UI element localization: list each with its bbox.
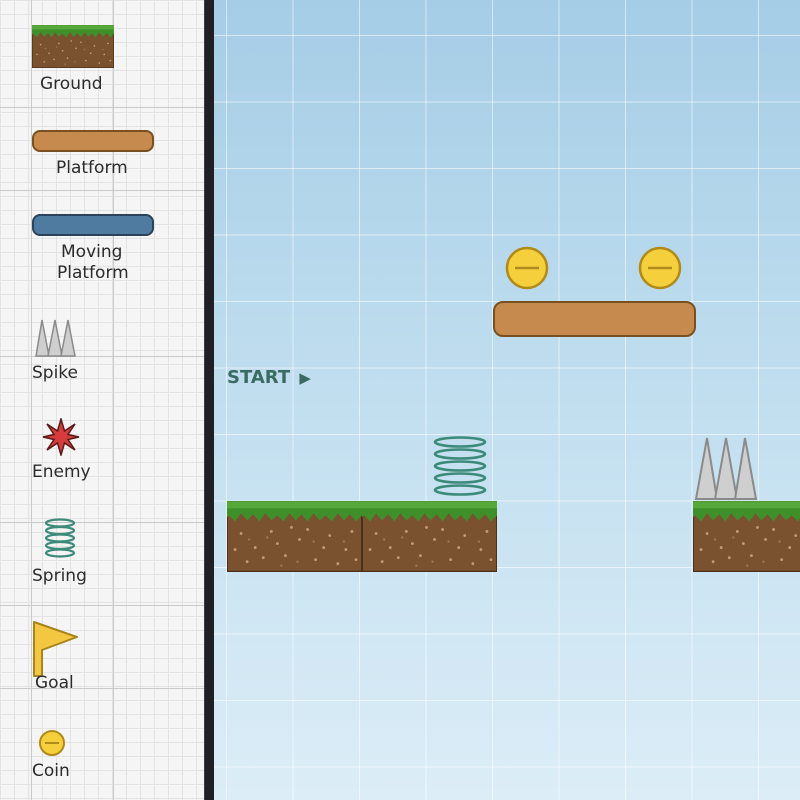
palette-item-ground[interactable]: Ground [0, 0, 204, 107]
coin[interactable] [504, 245, 550, 291]
palette-item-label-line1: Moving [61, 242, 123, 262]
palette-item-platform[interactable]: Platform [0, 107, 204, 190]
ground-tile[interactable] [693, 501, 800, 572]
palette-item-goal[interactable]: Goal [0, 610, 204, 700]
start-marker[interactable]: START ▶ [227, 367, 311, 388]
palette-item-enemy[interactable]: Enemy [0, 405, 204, 495]
panel-divider[interactable] [204, 0, 214, 800]
ground-tile[interactable] [227, 501, 362, 572]
palette-item-label: Coin [32, 761, 70, 781]
palette-item-label: Ground [40, 74, 103, 94]
palette-item-label-line2: Platform [57, 263, 129, 283]
goal-flag-icon [33, 621, 78, 677]
spring[interactable] [431, 436, 489, 500]
palette-item-label: Platform [56, 158, 128, 178]
palette-item-coin[interactable]: Coin [0, 720, 204, 800]
palette-item-moving-platform[interactable]: Moving Platform [0, 190, 204, 310]
platform-icon [32, 130, 154, 152]
ground-tile[interactable] [362, 501, 497, 572]
platform[interactable] [493, 301, 696, 337]
spike[interactable] [694, 436, 758, 500]
palette-item-label: Goal [35, 673, 74, 693]
start-label: START [227, 367, 291, 388]
moving-platform-icon [32, 214, 154, 236]
coin-icon [39, 730, 65, 756]
canvas-grid [214, 0, 800, 800]
spike-icon [35, 319, 76, 357]
play-arrow-icon: ▶ [299, 369, 311, 387]
palette-grid-line [0, 605, 204, 606]
palette-item-spike[interactable]: Spike [0, 310, 204, 390]
palette-item-spring[interactable]: Spring [0, 510, 204, 600]
enemy-icon [42, 418, 80, 456]
level-canvas[interactable]: START ▶ [214, 0, 800, 800]
palette-item-label: Spring [32, 566, 87, 586]
object-palette: Ground Platform Moving Platform Spike En… [0, 0, 204, 800]
palette-item-label: Enemy [32, 462, 91, 482]
spring-icon [44, 518, 76, 558]
coin[interactable] [637, 245, 683, 291]
palette-item-label: Spike [32, 363, 79, 383]
ground-tile-icon [32, 25, 114, 68]
